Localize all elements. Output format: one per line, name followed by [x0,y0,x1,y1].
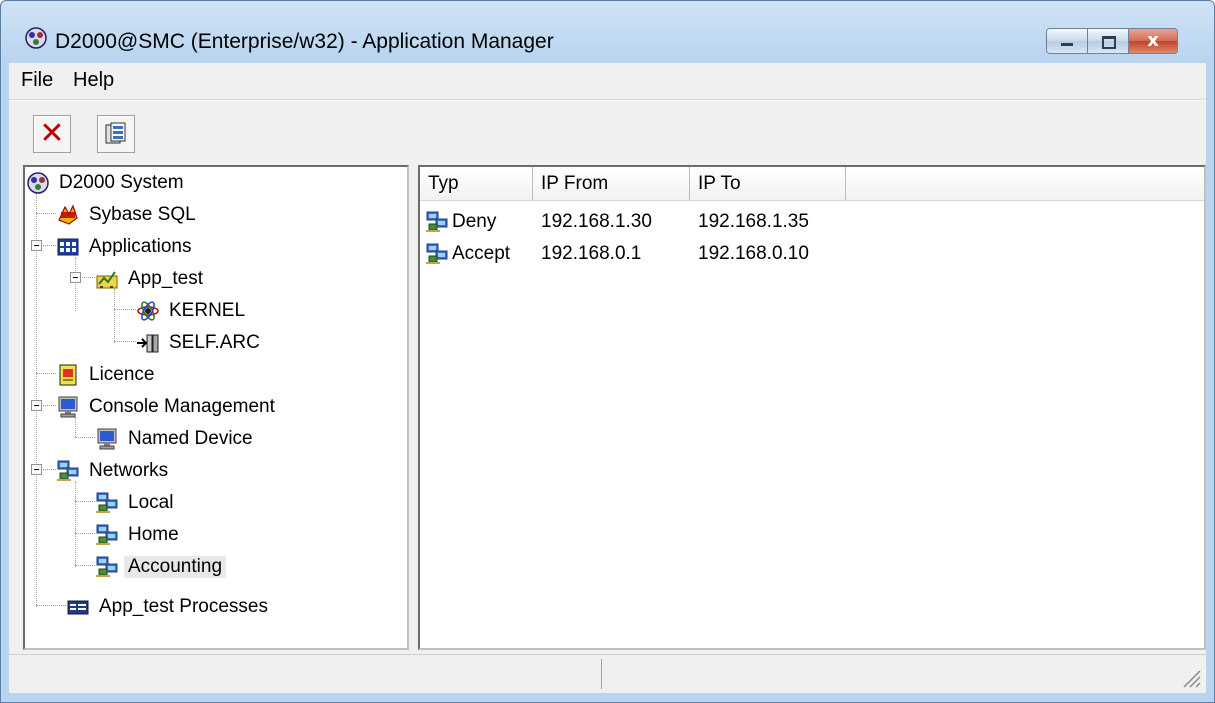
resize-grip-icon[interactable] [1180,667,1202,689]
column-header-typ[interactable]: Typ [420,167,533,200]
sql-database-icon [58,204,78,225]
tree-node-label: KERNEL [169,300,246,321]
cell-typ: Accept [452,243,511,264]
d2000-system-icon [27,172,49,194]
list-row[interactable]: Deny 192.168.1.30 192.168.1.35 [420,207,1204,237]
processes-icon [67,600,89,615]
tree-line [75,417,76,437]
tree-line [114,289,115,343]
cell-ip-to: 192.168.1.35 [698,211,809,232]
title-bar[interactable]: D2000@SMC (Enterprise/w32) - Application… [1,1,1214,63]
window-title: D2000@SMC (Enterprise/w32) - Application… [55,30,554,53]
tree-line [75,437,95,438]
caption-buttons: x [1046,28,1178,54]
tree-view[interactable]: D2000 System Sybase SQL Applications App… [23,165,409,650]
tree-node-label: SELF.ARC [169,332,260,353]
tree-line [114,341,136,342]
tree-node-label: App_test Processes [99,596,268,617]
collapse-app-test-icon[interactable] [70,272,81,283]
application-icon [96,271,118,289]
list-header: Typ IP From IP To [420,167,1204,201]
kernel-atom-icon [137,301,159,321]
licence-icon [59,364,77,386]
network-icon [96,524,118,546]
status-pane-left [9,659,602,689]
tree-line [75,565,95,566]
tree-line [75,257,76,311]
device-monitor-icon [96,428,118,450]
collapse-networks-icon[interactable] [31,464,42,475]
console-monitor-icon [57,396,79,418]
tree-node-label: D2000 System [59,172,184,193]
network-icon [57,460,79,482]
tree-node-label: Local [128,492,174,513]
network-icon [96,492,118,514]
tree-node-label: Accounting [124,556,227,578]
archive-icon [137,334,159,353]
tree-line [75,481,76,567]
tree-node-label: Home [128,524,179,545]
tree-line [36,373,56,374]
list-row[interactable]: Accept 192.168.0.1 192.168.0.10 [420,239,1204,269]
ip-rules-list[interactable]: Typ IP From IP To Deny 192.168.1.30 192.… [418,165,1206,650]
tree-node-label: Named Device [128,428,253,449]
cell-ip-from: 192.168.0.1 [541,243,642,264]
d2000-system-icon [25,27,47,49]
process-list-button[interactable] [97,115,135,153]
pane-splitter[interactable] [409,165,418,650]
column-header-ip-from[interactable]: IP From [533,167,690,200]
cell-ip-to: 192.168.0.10 [698,243,809,264]
close-icon: x [1147,30,1159,51]
application-manager-window: D2000@SMC (Enterprise/w32) - Application… [0,0,1215,703]
cell-ip-from: 192.168.1.30 [541,211,652,232]
minimize-icon [1061,43,1073,46]
tree-node-label: Console Management [89,396,275,417]
tree-node-label: Networks [89,460,169,481]
tree-node-label: Applications [89,236,192,257]
maximize-button[interactable] [1088,29,1129,53]
content-area: D2000 System Sybase SQL Applications App… [9,161,1206,654]
tree-node-label: Sybase SQL [89,204,196,225]
network-icon [426,211,448,233]
applications-grid-icon [57,238,79,256]
menu-help[interactable]: Help [73,69,114,92]
tree-line [36,605,66,606]
menu-bar: File Help [9,63,1206,100]
network-icon [426,243,448,265]
status-pane-right [603,659,1163,689]
process-list-icon [105,122,126,144]
network-icon [96,556,118,578]
delete-icon: ✕ [39,116,65,151]
status-bar [9,654,1206,693]
tree-line [36,213,56,214]
minimize-button[interactable] [1047,29,1088,53]
column-header-ip-to[interactable]: IP To [690,167,846,200]
menu-file[interactable]: File [21,69,53,92]
collapse-console-icon[interactable] [31,400,42,411]
tree-line [75,533,95,534]
maximize-icon [1102,36,1116,49]
toolbar: ✕ [9,100,1206,161]
collapse-applications-icon[interactable] [31,240,42,251]
tree-node-label: App_test [128,268,203,289]
tree-line [114,309,136,310]
delete-button[interactable]: ✕ [33,115,71,153]
close-button[interactable]: x [1129,29,1177,53]
tree-node-label: Licence [89,364,155,385]
cell-typ: Deny [452,211,497,232]
tree-line [75,501,95,502]
